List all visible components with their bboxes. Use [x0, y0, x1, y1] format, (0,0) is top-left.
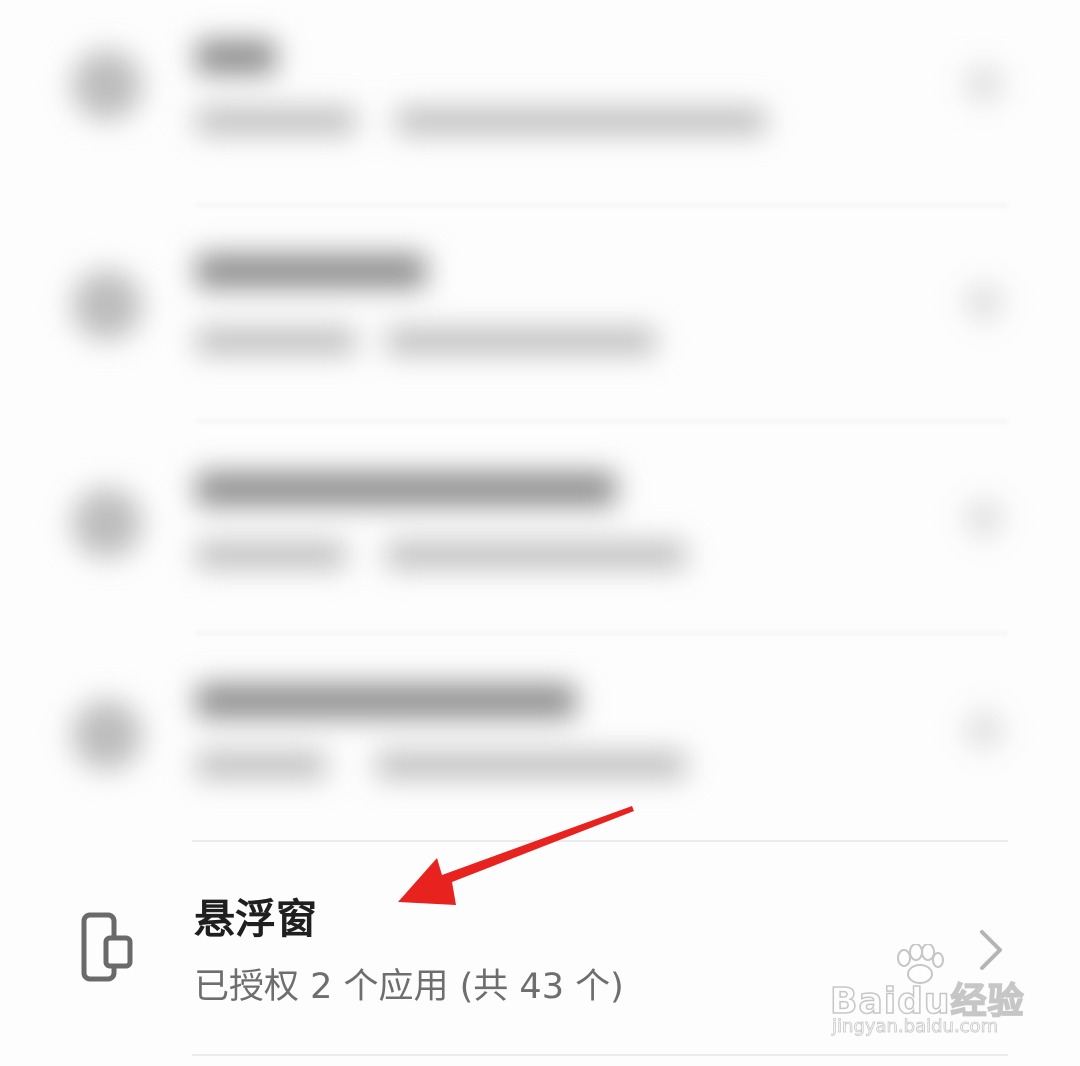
blurred-subtitle — [376, 752, 686, 778]
blurred-subtitle — [386, 328, 656, 354]
blurred-title — [196, 472, 616, 506]
blurred-subtitle — [196, 328, 356, 354]
blurred-title — [196, 254, 426, 288]
phone-floating-window-icon — [81, 912, 133, 982]
floating-window-subtitle: 已授权 2 个应用 (共 43 个) — [194, 967, 624, 1007]
blurred-title — [196, 40, 276, 74]
divider — [196, 632, 1008, 634]
divider — [196, 420, 1008, 422]
blurred-subtitle — [196, 542, 346, 568]
blurred-chevron-icon — [966, 500, 1002, 536]
blurred-subtitle — [196, 752, 326, 778]
floating-window-title: 悬浮窗 — [194, 895, 317, 943]
watermark-url: jingyan.baidu.com — [832, 1016, 999, 1038]
blurred-setting-row[interactable] — [0, 636, 1080, 846]
blurred-chevron-icon — [966, 66, 1002, 102]
blurred-icon — [72, 270, 142, 340]
divider — [196, 204, 1008, 206]
blurred-subtitle — [386, 542, 686, 568]
blurred-setting-row[interactable] — [0, 424, 1080, 634]
blurred-icon — [72, 488, 142, 558]
blurred-chevron-icon — [966, 284, 1002, 320]
blurred-setting-row[interactable] — [0, 210, 1080, 420]
blurred-subtitle — [396, 108, 766, 134]
blurred-icon — [72, 50, 142, 120]
baidu-watermark: Baidu经验 jingyan.baidu.com — [822, 944, 1032, 1044]
settings-page: 悬浮窗 已授权 2 个应用 (共 43 个) Baidu经验 jingyan.b… — [0, 0, 1080, 1066]
divider — [192, 1054, 1008, 1056]
blurred-chevron-icon — [966, 712, 1002, 748]
blurred-setting-row[interactable] — [0, 0, 1080, 210]
blurred-icon — [72, 700, 142, 770]
blurred-title — [196, 684, 576, 718]
blurred-subtitle — [196, 108, 356, 134]
